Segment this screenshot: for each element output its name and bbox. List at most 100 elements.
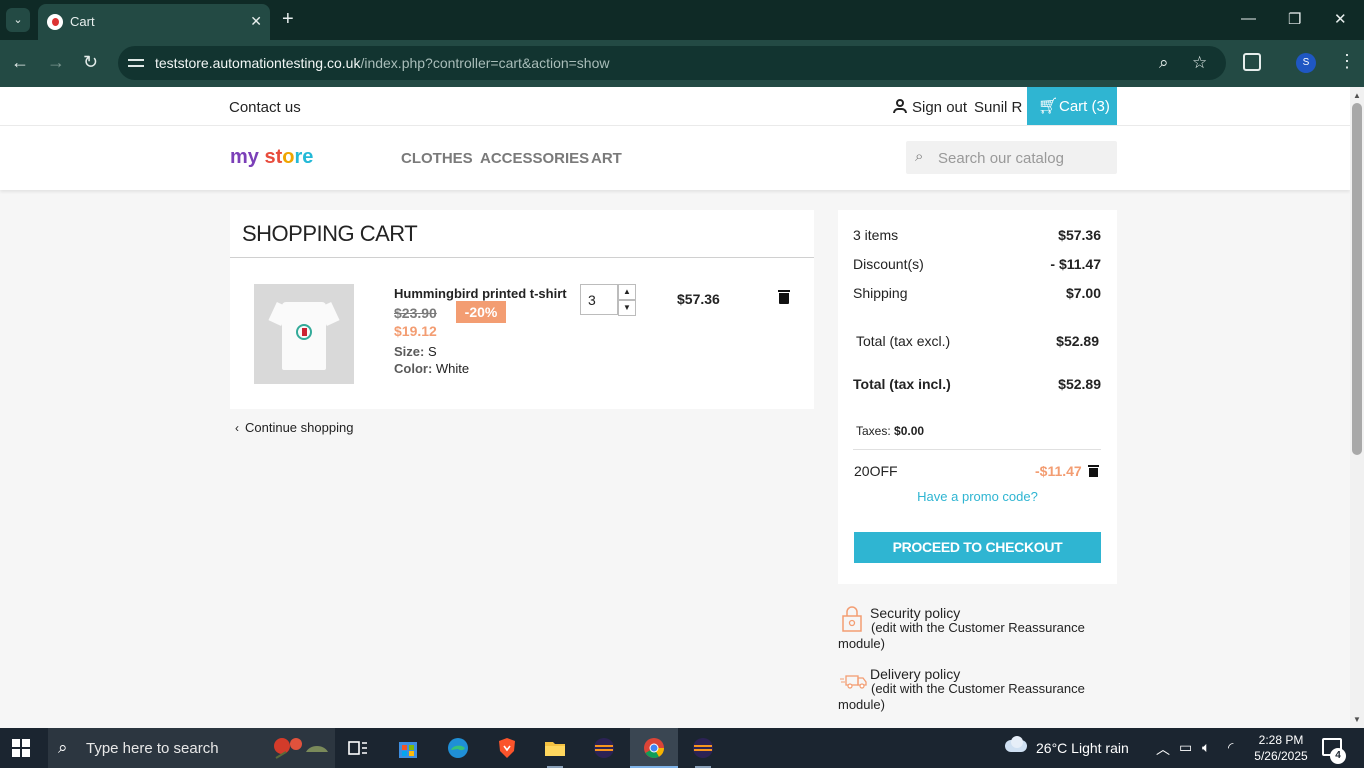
weather-cloud-icon[interactable] <box>1003 736 1029 758</box>
zoom-icon[interactable]: ⌕ <box>1159 53 1169 73</box>
remove-voucher-trash-icon[interactable] <box>1088 465 1099 477</box>
back-button[interactable]: ← <box>11 52 29 72</box>
continue-shopping-link[interactable]: ‹ Continue shopping <box>235 420 353 435</box>
size-attribute: Size: S <box>394 344 437 359</box>
tab-search-button[interactable]: ⌄ <box>6 8 30 32</box>
taxes-row: Taxes: $0.00 <box>856 424 925 438</box>
product-name-link[interactable]: Hummingbird printed t-shirt <box>394 286 567 301</box>
search-icon[interactable]: ⌕ <box>915 148 923 165</box>
forward-button[interactable]: → <box>47 52 65 72</box>
reload-button[interactable]: ↻ <box>83 52 98 72</box>
page-scrollbar[interactable]: ▲ ▼ <box>1350 87 1364 728</box>
summary-divider <box>853 449 1101 450</box>
summary-total-incl-row: Total (tax incl.) $52.89 <box>853 376 1101 392</box>
browser-toolbar: ← → ↻ teststore.automationtesting.co.uk/… <box>0 40 1364 87</box>
menu-art[interactable]: ART <box>591 150 622 167</box>
file-explorer-icon[interactable] <box>543 736 567 768</box>
quantity-input[interactable] <box>580 284 618 315</box>
address-bar[interactable]: teststore.automationtesting.co.uk/index.… <box>118 46 1226 80</box>
minimize-icon[interactable]: — <box>1241 10 1256 27</box>
divider <box>230 257 814 258</box>
taskbar-search-box[interactable]: ⌕ Type here to search <box>48 728 335 768</box>
weather-text[interactable]: 26°C Light rain <box>1036 740 1129 756</box>
site-info-icon[interactable] <box>128 55 144 71</box>
reassurance-security: Security policy (edit with the Customer … <box>838 605 1117 655</box>
regular-price: $23.90 <box>394 305 437 321</box>
notification-count-badge: 4 <box>1330 748 1346 764</box>
search-input[interactable] <box>938 147 1108 169</box>
clock-time: 2:28 PM <box>1258 733 1304 747</box>
battery-icon[interactable]: ▭ <box>1179 739 1192 756</box>
edge-browser-icon[interactable] <box>446 736 470 760</box>
promo-code-link[interactable]: Have a promo code? <box>838 489 1117 504</box>
url-text[interactable]: teststore.automationtesting.co.uk/index.… <box>155 55 610 71</box>
line-total: $57.36 <box>677 291 720 307</box>
reassurance-title: Delivery policy <box>870 666 961 682</box>
menu-clothes[interactable]: CLOTHES <box>401 150 473 167</box>
discounted-price: $19.12 <box>394 323 437 339</box>
remove-item-trash-icon[interactable] <box>778 290 790 304</box>
reassurance-description: (edit with the Customer Reassurance modu… <box>838 681 1085 712</box>
voucher-code: 20OFF <box>854 463 898 479</box>
cart-panel: SHOPPING CART Hummingbird printed t-shir… <box>230 210 814 409</box>
search-icon: ⌕ <box>58 738 68 757</box>
contact-us-link[interactable]: Contact us <box>229 99 301 116</box>
windows-start-icon[interactable] <box>12 739 30 757</box>
browser-menu-icon[interactable]: ⋮ <box>1338 51 1356 71</box>
task-view-icon[interactable] <box>346 736 370 760</box>
microsoft-store-icon[interactable] <box>396 736 420 760</box>
taskbar-search-placeholder: Type here to search <box>86 740 219 757</box>
cart-button-label: Cart (3) <box>1059 98 1110 115</box>
sign-out-link[interactable]: Sign out <box>912 99 967 116</box>
user-icon <box>893 99 907 113</box>
scroll-up-icon[interactable]: ▲ <box>1353 91 1361 100</box>
windows-taskbar: ⌕ Type here to search 26°C Light rain ︿ … <box>0 728 1364 768</box>
search-widget: ⌕ <box>906 141 1117 174</box>
scroll-down-icon[interactable]: ▼ <box>1353 715 1361 724</box>
quantity-increase-button[interactable]: ▲ <box>618 284 636 300</box>
summary-discount-row: Discount(s) - $11.47 <box>853 256 1101 272</box>
header-nav: Contact us Sign out Sunil R 🛒︎ Cart (3) <box>0 87 1350 126</box>
voucher-amount: -$11.47 <box>1035 463 1082 479</box>
bookmark-star-icon[interactable]: ☆ <box>1192 53 1207 73</box>
eclipse-ide-icon[interactable] <box>592 736 616 760</box>
extensions-icon[interactable] <box>1243 53 1261 71</box>
cart-title: SHOPPING CART <box>242 221 418 246</box>
reassurance-description: (edit with the Customer Reassurance modu… <box>838 620 1085 651</box>
chevron-left-icon: ‹ <box>235 421 239 435</box>
product-image[interactable] <box>254 284 354 384</box>
restore-icon[interactable]: ❐ <box>1288 10 1301 28</box>
show-hidden-icons-chevron-icon[interactable]: ︿ <box>1156 739 1170 759</box>
quantity-decrease-button[interactable]: ▼ <box>618 300 636 316</box>
scrollbar-thumb[interactable] <box>1352 103 1362 455</box>
new-tab-button[interactable]: + <box>282 9 294 29</box>
proceed-to-checkout-button[interactable]: PROCEED TO CHECKOUT <box>854 532 1101 563</box>
discount-badge: -20% <box>456 301 506 323</box>
close-tab-icon[interactable]: ✕ <box>250 13 262 30</box>
cart-summary: 3 items $57.36 Discount(s) - $11.47 Shippi… <box>838 210 1117 584</box>
summary-total-excl-row: Total (tax excl.) $52.89 <box>856 333 1099 349</box>
cart-button[interactable]: 🛒︎ Cart (3) <box>1027 87 1117 125</box>
reassurance-title: Security policy <box>870 605 961 621</box>
brave-browser-icon[interactable] <box>495 736 519 760</box>
browser-tab-cart[interactable]: Cart ✕ <box>38 4 270 40</box>
header-top: my store CLOTHES ACCESSORIES ART ⌕ <box>0 126 1350 190</box>
menu-accessories[interactable]: ACCESSORIES <box>480 150 589 167</box>
close-window-icon[interactable]: ✕ <box>1334 10 1347 28</box>
chrome-browser-icon[interactable] <box>630 736 678 768</box>
store-logo[interactable]: my store <box>230 146 313 169</box>
eclipse-ide-icon-2[interactable] <box>691 736 715 768</box>
account-link[interactable]: Sunil R <box>974 99 1022 116</box>
profile-avatar[interactable]: S <box>1296 53 1316 73</box>
color-attribute: Color: White <box>394 361 470 376</box>
web-page: Contact us Sign out Sunil R 🛒︎ Cart (3) … <box>0 87 1350 728</box>
wifi-icon[interactable]: ◜ <box>1228 739 1233 756</box>
volume-icon[interactable]: 🔈︎ <box>1202 739 1210 756</box>
search-highlight-icon <box>274 738 328 759</box>
summary-shipping-row: Shipping $7.00 <box>853 285 1101 301</box>
favicon-icon <box>47 14 63 30</box>
system-clock[interactable]: 2:28 PM 5/26/2025 <box>1250 732 1312 764</box>
shopping-cart-icon: 🛒︎ <box>1038 98 1059 115</box>
summary-items-row: 3 items $57.36 <box>853 227 1101 243</box>
reassurance-delivery: Delivery policy (edit with the Customer … <box>838 666 1117 716</box>
